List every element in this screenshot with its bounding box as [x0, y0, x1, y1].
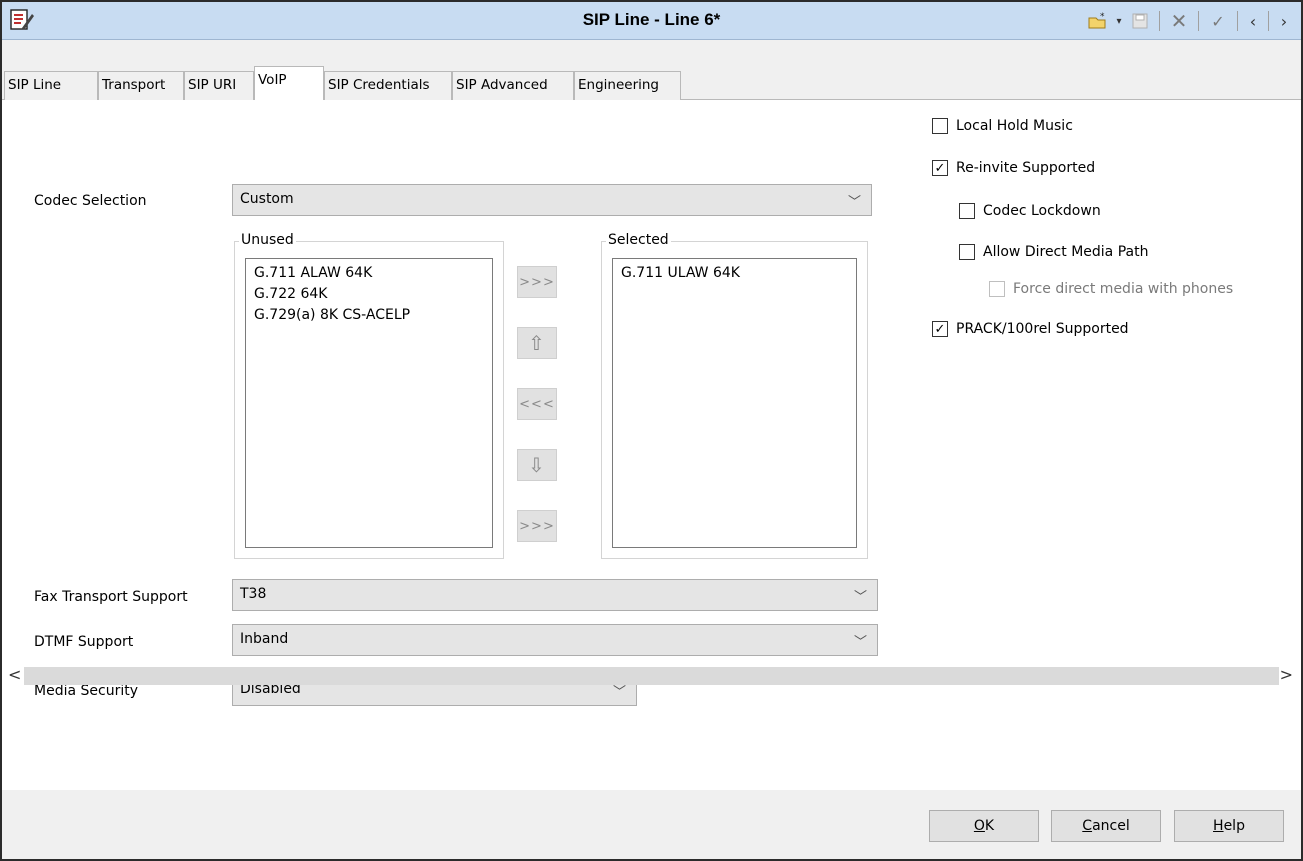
- toolbar-separator: [1237, 11, 1238, 31]
- help-button[interactable]: Help: [1174, 810, 1284, 842]
- window-toolbar: * ▾ ✕ ✓ ‹ ›: [1083, 8, 1295, 34]
- dropdown-icon[interactable]: ▾: [1113, 8, 1125, 34]
- dtmf-support-dropdown[interactable]: Inband ﹀: [232, 624, 878, 656]
- add-all-codecs-button[interactable]: >>>: [517, 510, 557, 542]
- fax-transport-value: T38: [240, 586, 267, 602]
- chevron-down-icon: ﹀: [853, 590, 867, 605]
- remove-codec-button[interactable]: <<<: [517, 388, 557, 420]
- unused-codecs-group: Unused G.711 ALAW 64K G.722 64K G.729(a)…: [234, 232, 504, 559]
- add-codec-button[interactable]: >>>: [517, 266, 557, 298]
- scroll-left-icon[interactable]: <: [8, 665, 21, 684]
- horizontal-scrollbar[interactable]: [24, 667, 1279, 685]
- toolbar-separator: [1268, 11, 1269, 31]
- selected-codecs-group: Selected G.711 ULAW 64K: [601, 232, 868, 559]
- list-item[interactable]: G.711 ULAW 64K: [621, 263, 848, 284]
- dtmf-support-label: DTMF Support: [34, 634, 134, 650]
- dtmf-support-value: Inband: [240, 631, 289, 647]
- ok-access-key: O: [973, 818, 985, 834]
- selected-legend: Selected: [606, 232, 671, 248]
- option-label: Local Hold Music: [956, 118, 1073, 134]
- tab-sip-line[interactable]: SIP Line: [4, 71, 98, 100]
- codec-selection-label: Codec Selection: [34, 193, 147, 209]
- sip-line-window: SIP Line - Line 6* * ▾ ✕ ✓ ‹ › SIP Line …: [0, 0, 1303, 861]
- force-direct-media-checkbox: [989, 281, 1005, 297]
- prack-supported-option[interactable]: ✓ PRACK/100rel Supported: [932, 321, 1129, 337]
- help-access-key: H: [1213, 818, 1224, 834]
- svg-text:*: *: [1100, 12, 1105, 22]
- option-label: Allow Direct Media Path: [983, 244, 1149, 260]
- unused-legend: Unused: [239, 232, 296, 248]
- prack-supported-checkbox[interactable]: ✓: [932, 321, 948, 337]
- scroll-right-icon[interactable]: >: [1280, 665, 1293, 684]
- tab-engineering[interactable]: Engineering: [574, 71, 681, 100]
- cancel-access-key: C: [1082, 818, 1093, 834]
- list-item[interactable]: G.711 ALAW 64K: [254, 263, 484, 284]
- title-bar: SIP Line - Line 6* * ▾ ✕ ✓ ‹ ›: [2, 2, 1301, 40]
- tab-sip-uri[interactable]: SIP URI: [184, 71, 254, 100]
- toolbar-separator: [1159, 11, 1160, 31]
- list-item[interactable]: G.729(a) 8K CS-ACELP: [254, 305, 484, 326]
- cancel-label-rest: ancel: [1092, 818, 1130, 834]
- allow-direct-media-checkbox[interactable]: [959, 244, 975, 260]
- validate-icon[interactable]: ✓: [1203, 8, 1233, 34]
- codec-selection-dropdown[interactable]: Custom ﹀: [232, 184, 872, 216]
- help-label-rest: elp: [1223, 818, 1245, 834]
- next-icon[interactable]: ›: [1273, 8, 1295, 34]
- chevron-down-icon: ﹀: [853, 635, 867, 650]
- local-hold-music-checkbox[interactable]: [932, 118, 948, 134]
- option-label: Re-invite Supported: [956, 160, 1096, 176]
- delete-icon[interactable]: ✕: [1164, 8, 1194, 34]
- save-icon[interactable]: [1125, 8, 1155, 34]
- option-label: Codec Lockdown: [983, 203, 1101, 219]
- previous-icon[interactable]: ‹: [1242, 8, 1264, 34]
- reinvite-supported-option[interactable]: ✓ Re-invite Supported: [932, 160, 1095, 176]
- allow-direct-media-option[interactable]: Allow Direct Media Path: [959, 244, 1148, 260]
- tab-sip-advanced[interactable]: SIP Advanced: [452, 71, 574, 100]
- codec-selection-value: Custom: [240, 191, 294, 207]
- ok-button[interactable]: OK: [929, 810, 1039, 842]
- tab-voip[interactable]: VoIP: [254, 66, 324, 100]
- codec-lockdown-option[interactable]: Codec Lockdown: [959, 203, 1101, 219]
- list-item[interactable]: G.722 64K: [254, 284, 484, 305]
- unused-codecs-list[interactable]: G.711 ALAW 64K G.722 64K G.729(a) 8K CS-…: [245, 258, 493, 548]
- option-label: Force direct media with phones: [1013, 281, 1234, 297]
- move-down-icon[interactable]: ⇩: [517, 449, 557, 481]
- tab-transport[interactable]: Transport: [98, 71, 184, 100]
- fax-transport-dropdown[interactable]: T38 ﹀: [232, 579, 878, 611]
- codec-lockdown-checkbox[interactable]: [959, 203, 975, 219]
- new-icon[interactable]: *: [1083, 8, 1113, 34]
- tab-bar: SIP Line Transport SIP URI VoIP SIP Cred…: [2, 66, 1301, 100]
- fax-transport-label: Fax Transport Support: [34, 589, 188, 605]
- move-up-icon[interactable]: ⇧: [517, 327, 557, 359]
- selected-codecs-list[interactable]: G.711 ULAW 64K: [612, 258, 857, 548]
- local-hold-music-option[interactable]: Local Hold Music: [932, 118, 1073, 134]
- toolbar-separator: [1198, 11, 1199, 31]
- chevron-down-icon: ﹀: [847, 195, 861, 210]
- reinvite-supported-checkbox[interactable]: ✓: [932, 160, 948, 176]
- force-direct-media-option: Force direct media with phones: [989, 281, 1233, 297]
- tab-sip-credentials[interactable]: SIP Credentials: [324, 71, 452, 100]
- ok-label-rest: K: [984, 818, 995, 834]
- media-security-label: Media Security: [34, 683, 138, 699]
- option-label: PRACK/100rel Supported: [956, 321, 1129, 337]
- cancel-button[interactable]: Cancel: [1051, 810, 1161, 842]
- voip-panel: Codec Selection Custom ﹀ Unused G.711 AL…: [2, 100, 1301, 790]
